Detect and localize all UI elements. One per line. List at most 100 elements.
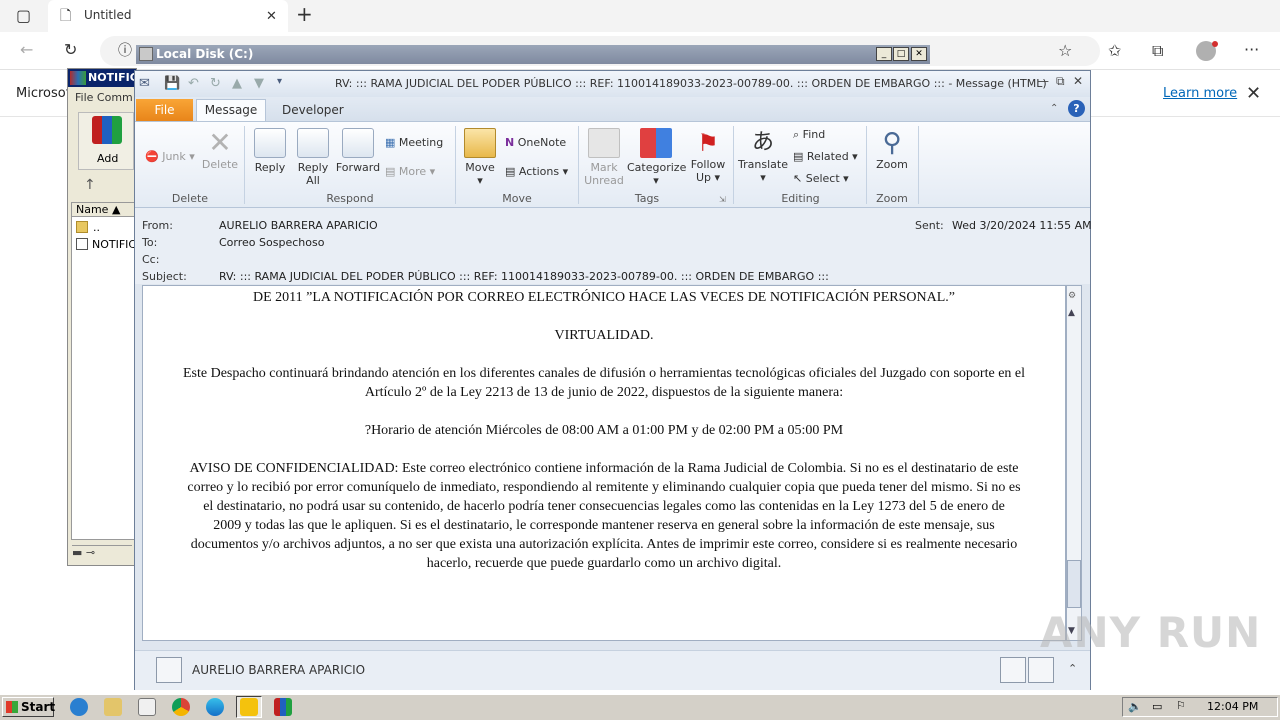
tab-developer[interactable]: Developer xyxy=(282,103,344,117)
meeting-label: Meeting xyxy=(398,136,444,149)
expand-people-pane-icon[interactable]: ⌃ xyxy=(1068,662,1077,675)
translate-button[interactable]: あ Translate ▾ xyxy=(738,128,788,184)
more-respond-button[interactable]: ▤ More ▾ xyxy=(385,165,435,178)
scroll-up-icon[interactable]: ▲ xyxy=(1068,308,1075,318)
contact-avatar[interactable] xyxy=(156,657,182,683)
collapse-ribbon-icon[interactable]: ⌃ xyxy=(1050,103,1058,114)
subject-value: RV: ::: RAMA JUDICIAL DEL PODER PÚBLICO … xyxy=(219,270,829,283)
next-item-icon[interactable]: ▼ xyxy=(254,76,264,91)
group-label-zoom: Zoom xyxy=(876,192,908,205)
body-line: DE 2011 ”LA NOTIFICACIÓN POR CORREO ELEC… xyxy=(253,290,955,305)
contact-avatar[interactable] xyxy=(1028,657,1054,683)
categorize-icon xyxy=(640,128,672,158)
move-button[interactable]: Move ▾ xyxy=(461,128,499,187)
select-button[interactable]: ↖ Select ▾ xyxy=(793,172,849,185)
ribbon-tab-strip xyxy=(135,97,1090,121)
explorer-icon[interactable] xyxy=(104,698,122,716)
refresh-icon[interactable]: ↻ xyxy=(64,42,77,58)
outlook-minimize-icon[interactable]: — xyxy=(1037,74,1049,88)
to-value[interactable]: Correo Sospechoso xyxy=(219,236,324,249)
list-item[interactable]: NOTIFIC xyxy=(92,238,136,251)
mark-unread-button[interactable]: Mark Unread xyxy=(583,128,625,187)
contact-avatar[interactable] xyxy=(1000,657,1026,683)
forward-label: Forward xyxy=(335,161,381,174)
reply-all-button[interactable]: Reply All xyxy=(293,128,333,187)
follow-up-button[interactable]: ⚑ Follow Up ▾ xyxy=(688,128,728,184)
find-button[interactable]: ⌕ Find xyxy=(793,128,825,142)
delete-button[interactable]: ✕ Delete xyxy=(200,128,240,172)
close-tab-icon[interactable]: ✕ xyxy=(266,9,277,25)
volume-icon[interactable]: 🔈 xyxy=(1128,700,1142,713)
tab-message[interactable]: Message xyxy=(196,99,266,122)
find-icon: ⌕ xyxy=(793,128,800,141)
winrar-menu[interactable]: File Comm xyxy=(75,91,133,104)
onenote-button[interactable]: N OneNote xyxy=(505,136,566,149)
previous-item-icon[interactable]: ▲ xyxy=(232,76,242,91)
new-tab-icon[interactable]: + xyxy=(296,4,313,24)
people-pane-name[interactable]: AURELIO BARRERA APARICIO xyxy=(192,663,365,677)
favorites-icon[interactable]: ✩ xyxy=(1108,43,1121,59)
meeting-button[interactable]: ▦ Meeting xyxy=(385,136,443,149)
watermark: ANY RUN xyxy=(1040,608,1262,657)
help-icon[interactable]: ? xyxy=(1068,100,1085,117)
from-label: From: xyxy=(142,219,173,232)
redo-icon[interactable]: ↻ xyxy=(210,76,221,91)
more-menu-icon[interactable]: ··· xyxy=(1244,42,1259,58)
related-icon: ▤ xyxy=(793,150,804,163)
banner-close-icon[interactable]: ✕ xyxy=(1246,83,1261,104)
list-item[interactable]: .. xyxy=(93,221,100,234)
windows-logo-icon xyxy=(6,701,18,713)
related-button[interactable]: ▤ Related ▾ xyxy=(793,150,858,163)
scroll-thumb[interactable] xyxy=(1067,560,1081,608)
calendar-icon: ▦ xyxy=(385,136,396,149)
follow-label-1: Follow xyxy=(690,158,726,171)
flag-tray-icon[interactable]: ⚐ xyxy=(1176,699,1186,712)
group-separator xyxy=(578,126,579,204)
message-body[interactable]: DE 2011 ”LA NOTIFICACIÓN POR CORREO ELEC… xyxy=(142,285,1066,641)
info-icon[interactable]: ⓘ xyxy=(118,43,132,59)
tab-file[interactable]: File xyxy=(136,99,193,121)
body-heading: VIRTUALIDAD. xyxy=(554,328,654,343)
customize-qat-icon[interactable]: ▾ xyxy=(277,76,282,87)
undo-icon[interactable]: ↶ xyxy=(188,76,199,91)
tab-actions-icon[interactable]: ▢ xyxy=(16,8,31,24)
reply-button[interactable]: Reply xyxy=(250,128,290,174)
add-favorite-icon[interactable]: ☆ xyxy=(1058,43,1072,59)
edge-icon[interactable] xyxy=(206,698,224,716)
zoom-button[interactable]: ⚲ Zoom xyxy=(872,128,912,171)
body-line: Este Despacho continuará brindando atenc… xyxy=(182,366,1026,381)
learn-more-link[interactable]: Learn more xyxy=(1163,86,1237,101)
up-arrow-icon[interactable]: ↑ xyxy=(84,177,96,193)
outlook-restore-icon[interactable]: ⧉ xyxy=(1056,74,1065,89)
explorer-title-bar[interactable]: Local Disk (C:) xyxy=(136,45,930,64)
categorize-button[interactable]: Categorize ▾ xyxy=(627,128,686,187)
start-button[interactable]: Start xyxy=(2,697,56,717)
save-icon[interactable]: 💾 xyxy=(164,76,180,91)
collections-icon[interactable]: ⧉ xyxy=(1152,43,1163,59)
outlook-window-title: RV: ::: RAMA JUDICIAL DEL PODER PÚBLICO … xyxy=(335,77,1047,90)
actions-button[interactable]: ▤ Actions ▾ xyxy=(505,165,568,178)
winrar-file-list xyxy=(71,202,135,540)
chrome-icon[interactable] xyxy=(172,698,190,716)
junk-button[interactable]: ⛔ Junk ▾ xyxy=(145,150,195,163)
minimize-button[interactable]: _ xyxy=(876,47,892,61)
page-icon: 🗋 xyxy=(60,8,72,24)
network-icon[interactable]: ▭ xyxy=(1152,700,1162,713)
media-player-icon[interactable] xyxy=(138,698,156,716)
winrar-add-label: Add xyxy=(97,152,119,165)
body-line: documentos y/o archivos adjuntos, a no s… xyxy=(190,537,1018,552)
name-column-header[interactable]: Name ▲ xyxy=(72,203,134,217)
ie-icon[interactable] xyxy=(70,698,88,716)
scroll-options-icon[interactable]: ⚙ xyxy=(1068,291,1076,301)
from-value[interactable]: AURELIO BARRERA APARICIO xyxy=(219,219,378,232)
outlook-close-icon[interactable]: ✕ xyxy=(1073,74,1083,88)
body-line: AVISO DE CONFIDENCIALIDAD: Este correo e… xyxy=(189,461,1019,476)
cc-label: Cc: xyxy=(142,253,160,266)
dialog-launcher-icon[interactable]: ⇲ xyxy=(719,195,726,204)
winrar-icon[interactable] xyxy=(274,698,292,716)
back-icon[interactable]: ← xyxy=(20,42,33,58)
maximize-button[interactable]: □ xyxy=(893,47,909,61)
close-button[interactable]: ✕ xyxy=(911,47,927,61)
forward-button[interactable]: Forward xyxy=(335,128,381,174)
start-label: Start xyxy=(21,700,56,714)
